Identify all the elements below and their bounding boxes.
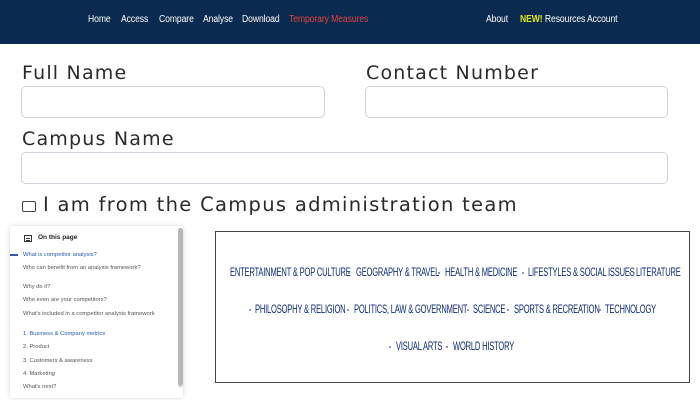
campus-name-input[interactable] xyxy=(21,152,668,184)
toc-item-customers-awareness[interactable]: 3. Customers & awareness xyxy=(23,358,173,365)
toc-scrollbar[interactable] xyxy=(178,228,183,388)
nav-about[interactable]: About xyxy=(486,14,508,25)
category-link[interactable]: TECHNOLOGY xyxy=(605,302,656,316)
toc-item-who-are-competitors[interactable]: Who even are your competitors? xyxy=(23,297,173,304)
category-link[interactable]: WORLD HISTORY xyxy=(453,339,514,353)
separator-dot xyxy=(467,309,469,311)
toc-item-whats-next[interactable]: What's next? xyxy=(23,384,173,391)
toc-item-product[interactable]: 2. Product xyxy=(23,344,173,351)
toc-item-why-do-it[interactable]: Why do it? xyxy=(23,284,173,291)
nav-home[interactable]: Home xyxy=(88,14,111,25)
full-name-input[interactable] xyxy=(21,86,325,118)
category-link[interactable]: LIFESTYLES & SOCIAL ISSUES xyxy=(528,265,635,279)
contact-number-label: Contact Number xyxy=(366,62,540,84)
toc-panel: On this page What is competitor analysis… xyxy=(10,226,183,398)
category-link[interactable]: LITERATURE xyxy=(636,265,681,279)
campus-name-label: Campus Name xyxy=(22,128,175,150)
new-badge: NEW! xyxy=(520,14,543,25)
nav-resources[interactable]: NEW! Resources xyxy=(520,14,585,25)
toc-item-whats-included[interactable]: What's included in a competitor analysis… xyxy=(23,311,173,318)
nav-compare[interactable]: Compare xyxy=(159,14,194,25)
separator-dot xyxy=(348,272,350,274)
admin-team-checkbox[interactable] xyxy=(22,201,36,212)
separator-dot xyxy=(522,272,524,274)
toc-item-business-company-metrics[interactable]: 1. Business & Company metrics xyxy=(23,331,173,338)
category-link[interactable]: SCIENCE xyxy=(473,302,505,316)
category-link[interactable]: ENTERTAINMENT & POP CULTURE xyxy=(230,265,351,279)
top-nav-bar: Home Access Compare Analyse Download Tem… xyxy=(0,0,700,44)
category-link[interactable]: VISUAL ARTS xyxy=(396,339,442,353)
separator-dot xyxy=(446,346,448,348)
separator-dot xyxy=(599,309,601,311)
admin-team-checkbox-label: I am from the Campus administration team xyxy=(43,193,518,216)
toc-item-who-can-benefit[interactable]: Who can benefit from an analysis framewo… xyxy=(23,265,173,272)
separator-dot xyxy=(629,272,631,274)
nav-download[interactable]: Download xyxy=(242,14,280,25)
category-link[interactable]: GEOGRAPHY & TRAVEL xyxy=(356,265,439,279)
nav-temporary-measures[interactable]: Temporary Measures xyxy=(289,14,368,25)
nav-resources-label: Resources xyxy=(544,14,586,25)
contact-number-input[interactable] xyxy=(365,86,668,118)
nav-account[interactable]: Account xyxy=(587,14,618,25)
nav-access[interactable]: Access xyxy=(121,14,148,25)
separator-dot xyxy=(438,272,440,274)
separator-dot xyxy=(507,309,509,311)
separator-dot xyxy=(249,309,251,311)
admin-team-checkbox-row[interactable]: I am from the Campus administration team xyxy=(21,193,661,219)
toc-item-what-is-competitor-analysis[interactable]: What is competitor analysis? xyxy=(23,252,173,259)
separator-dot xyxy=(347,309,349,311)
toc-active-indicator xyxy=(10,254,18,256)
category-link[interactable]: HEALTH & MEDICINE xyxy=(445,265,517,279)
category-link[interactable]: PHILOSOPHY & RELIGION xyxy=(255,302,346,316)
nav-analyse[interactable]: Analyse xyxy=(203,14,233,25)
list-icon xyxy=(24,235,32,242)
category-link[interactable]: POLITICS, LAW & GOVERNMENT xyxy=(354,302,467,316)
category-link[interactable]: SPORTS & RECREATION xyxy=(514,302,600,316)
toc-title: On this page xyxy=(38,234,78,241)
toc-scrollbar-thumb[interactable] xyxy=(178,228,183,386)
toc-item-marketing[interactable]: 4. Marketing xyxy=(23,371,173,378)
full-name-label: Full Name xyxy=(22,62,128,84)
separator-dot xyxy=(389,346,391,348)
category-banner: ENTERTAINMENT & POP CULTURE GEOGRAPHY & … xyxy=(215,231,690,383)
